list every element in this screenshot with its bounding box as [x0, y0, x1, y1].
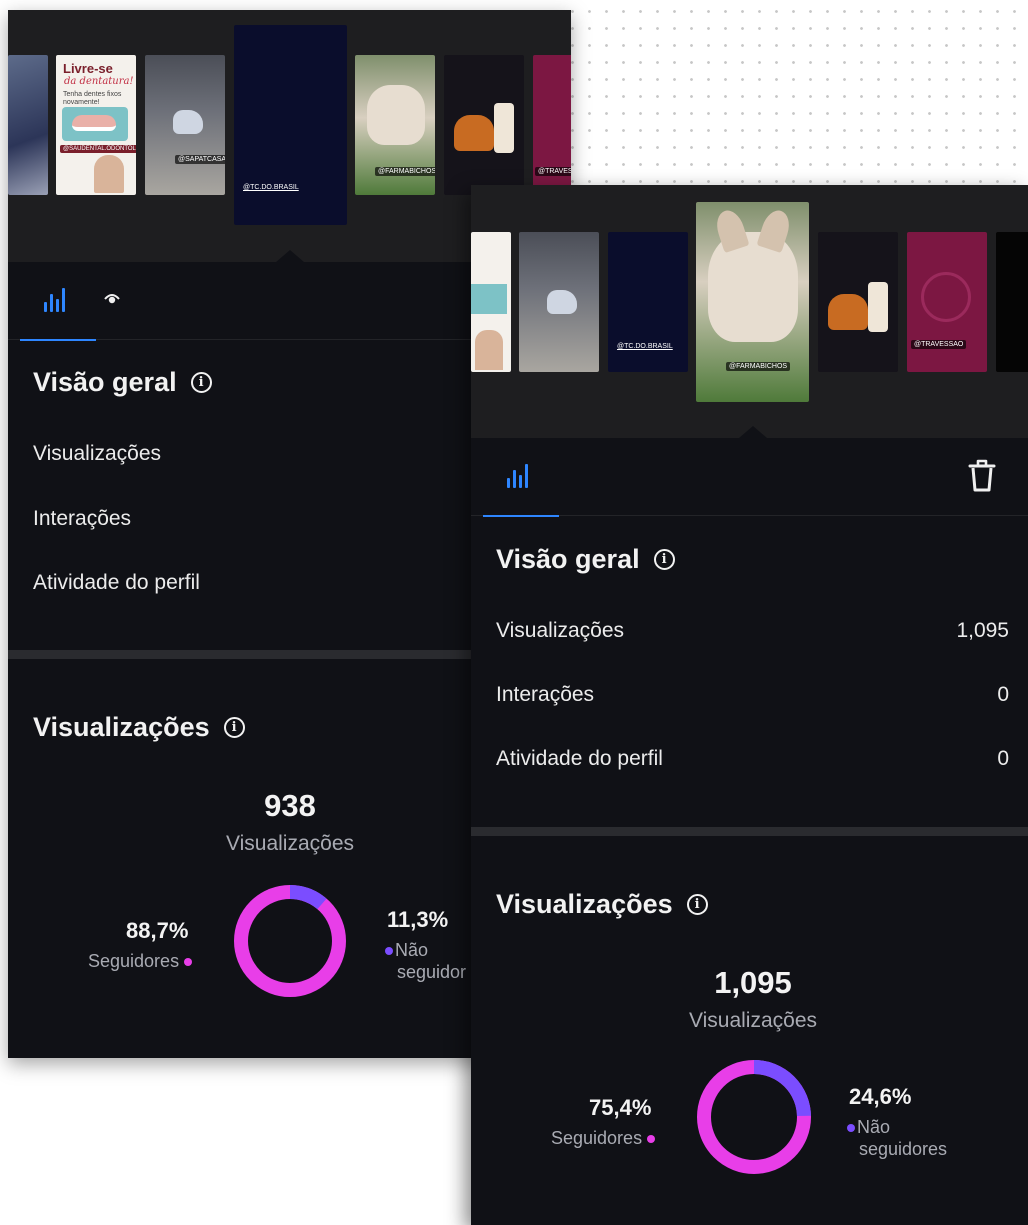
denture-image — [62, 107, 128, 141]
followers-percent: 88,7% — [126, 918, 189, 943]
views-title-text: Visualizações — [33, 712, 210, 742]
non-followers-legend: Não seguidor — [385, 939, 466, 983]
bar-chart-icon — [507, 464, 528, 488]
views-title-text: Visualizações — [496, 889, 673, 919]
non-followers-percent: 11,3% — [387, 907, 449, 932]
metric-label-interactions: Interações — [496, 683, 595, 706]
followers-label: Seguidores — [551, 1128, 643, 1148]
non-followers-legend: Não seguidores — [847, 1116, 947, 1160]
overview-title-text: Visão geral — [496, 544, 640, 574]
selection-pointer — [739, 426, 767, 438]
story-thumbnail[interactable]: Livre-se da dentatura! Tenha dentes fixo… — [56, 55, 136, 195]
followers-donut-chart — [234, 885, 346, 997]
info-icon[interactable]: i — [686, 894, 708, 915]
story-thumbnail[interactable]: @TRAVESSAO — [907, 232, 987, 372]
story-tag: @FARMABICHOS — [726, 362, 791, 371]
non-followers-label-line1: Não — [857, 1117, 891, 1137]
followers-segment — [234, 885, 346, 997]
views-section-title: Visualizações i — [496, 889, 708, 920]
story-thumbnail[interactable] — [996, 232, 1028, 372]
story-tag: @SAUDENTAL.ODONTOLOGIA — [60, 145, 136, 153]
metric-label-views: Visualizações — [496, 619, 625, 642]
views-total-label: Visualizações — [688, 1009, 818, 1032]
story-thumbnail[interactable]: @TRAVESSAO — [533, 55, 571, 195]
followers-donut-chart — [697, 1060, 811, 1174]
selection-pointer — [276, 250, 304, 262]
trash-icon — [968, 459, 996, 492]
story-tag: @TRAVESSAO — [535, 167, 571, 176]
followers-legend: Seguidores — [88, 950, 193, 972]
views-total: 938 — [264, 788, 316, 823]
story-thumbnail-strip[interactable]: @TC.DO.BRASIL @FARMABICHOS @TRAVESSAO — [471, 185, 1028, 438]
story-tag: @TC.DO.BRASIL — [243, 184, 299, 191]
overview-section-title: Visão geral i — [496, 544, 675, 575]
metric-value-views: 1,095 — [956, 619, 1009, 642]
story-thumbnail[interactable] — [444, 55, 524, 195]
followers-color-dot — [647, 1135, 656, 1144]
non-followers-percent: 24,6% — [849, 1084, 912, 1109]
story-thumbnail[interactable]: @SAPATCASAO — [145, 55, 225, 195]
story-thumbnail[interactable]: @TC.DO.BRASIL — [608, 232, 688, 372]
info-icon[interactable]: i — [653, 549, 675, 570]
woman-photo — [94, 155, 124, 193]
story-thumbnail[interactable] — [8, 55, 48, 195]
overview-title-text: Visão geral — [33, 367, 177, 397]
story-tag: @FARMABICHOS — [375, 167, 435, 176]
insights-tab-bar — [471, 438, 1028, 517]
non-followers-label-line2: seguidores — [859, 1139, 948, 1159]
metric-label-views: Visualizações — [33, 442, 162, 465]
metric-label-profile-activity: Atividade do perfil — [496, 747, 663, 770]
delete-story-button[interactable] — [967, 458, 999, 494]
metric-label-interactions: Interações — [33, 507, 132, 530]
metric-value-interactions: 0 — [997, 683, 1009, 706]
non-followers-label-line1: Não — [395, 940, 429, 960]
story-insights-panel-right: @TC.DO.BRASIL @FARMABICHOS @TRAVESSAO Vi… — [471, 185, 1028, 1225]
story-thumbnail[interactable] — [818, 232, 898, 372]
story-thumbnail-selected[interactable]: @FARMABICHOS — [696, 202, 809, 402]
info-icon[interactable]: i — [190, 372, 212, 393]
followers-legend: Seguidores — [551, 1127, 656, 1149]
story-dental-title: Livre-se — [63, 61, 113, 76]
tab-insights[interactable] — [483, 438, 559, 517]
views-section-title: Visualizações i — [33, 712, 245, 743]
eye-icon — [104, 294, 120, 304]
followers-label: Seguidores — [88, 951, 180, 971]
tab-insights[interactable] — [20, 262, 96, 341]
overview-section-title: Visão geral i — [33, 367, 212, 398]
story-tag: @TRAVESSAO — [911, 340, 967, 349]
story-thumbnail[interactable]: @FARMABICHOS — [355, 55, 435, 195]
story-thumbnail-selected[interactable]: @TC.DO.BRASIL — [234, 25, 347, 225]
non-followers-color-dot — [847, 1124, 855, 1133]
tab-viewers[interactable] — [104, 290, 128, 310]
story-thumbnail[interactable] — [519, 232, 599, 372]
story-tag: @TC.DO.BRASIL — [617, 343, 673, 350]
story-dental-script: da dentatura! — [64, 76, 134, 87]
metric-label-profile-activity: Atividade do perfil — [33, 571, 200, 594]
metric-value-profile-activity: 0 — [997, 747, 1009, 770]
followers-color-dot — [184, 958, 193, 967]
bar-chart-icon — [44, 288, 65, 312]
story-dental-subtitle: Tenha dentes fixos novamente! — [63, 91, 122, 106]
info-icon[interactable]: i — [223, 717, 245, 738]
story-thumbnail[interactable] — [471, 232, 511, 372]
views-total-label: Visualizações — [225, 832, 355, 855]
section-divider — [471, 827, 1028, 836]
views-total: 1,095 — [714, 965, 792, 1000]
story-tag: @SAPATCASAO — [175, 155, 225, 164]
non-followers-color-dot — [385, 947, 393, 956]
followers-percent: 75,4% — [589, 1095, 652, 1120]
non-followers-label-line2: seguidor — [397, 962, 467, 982]
